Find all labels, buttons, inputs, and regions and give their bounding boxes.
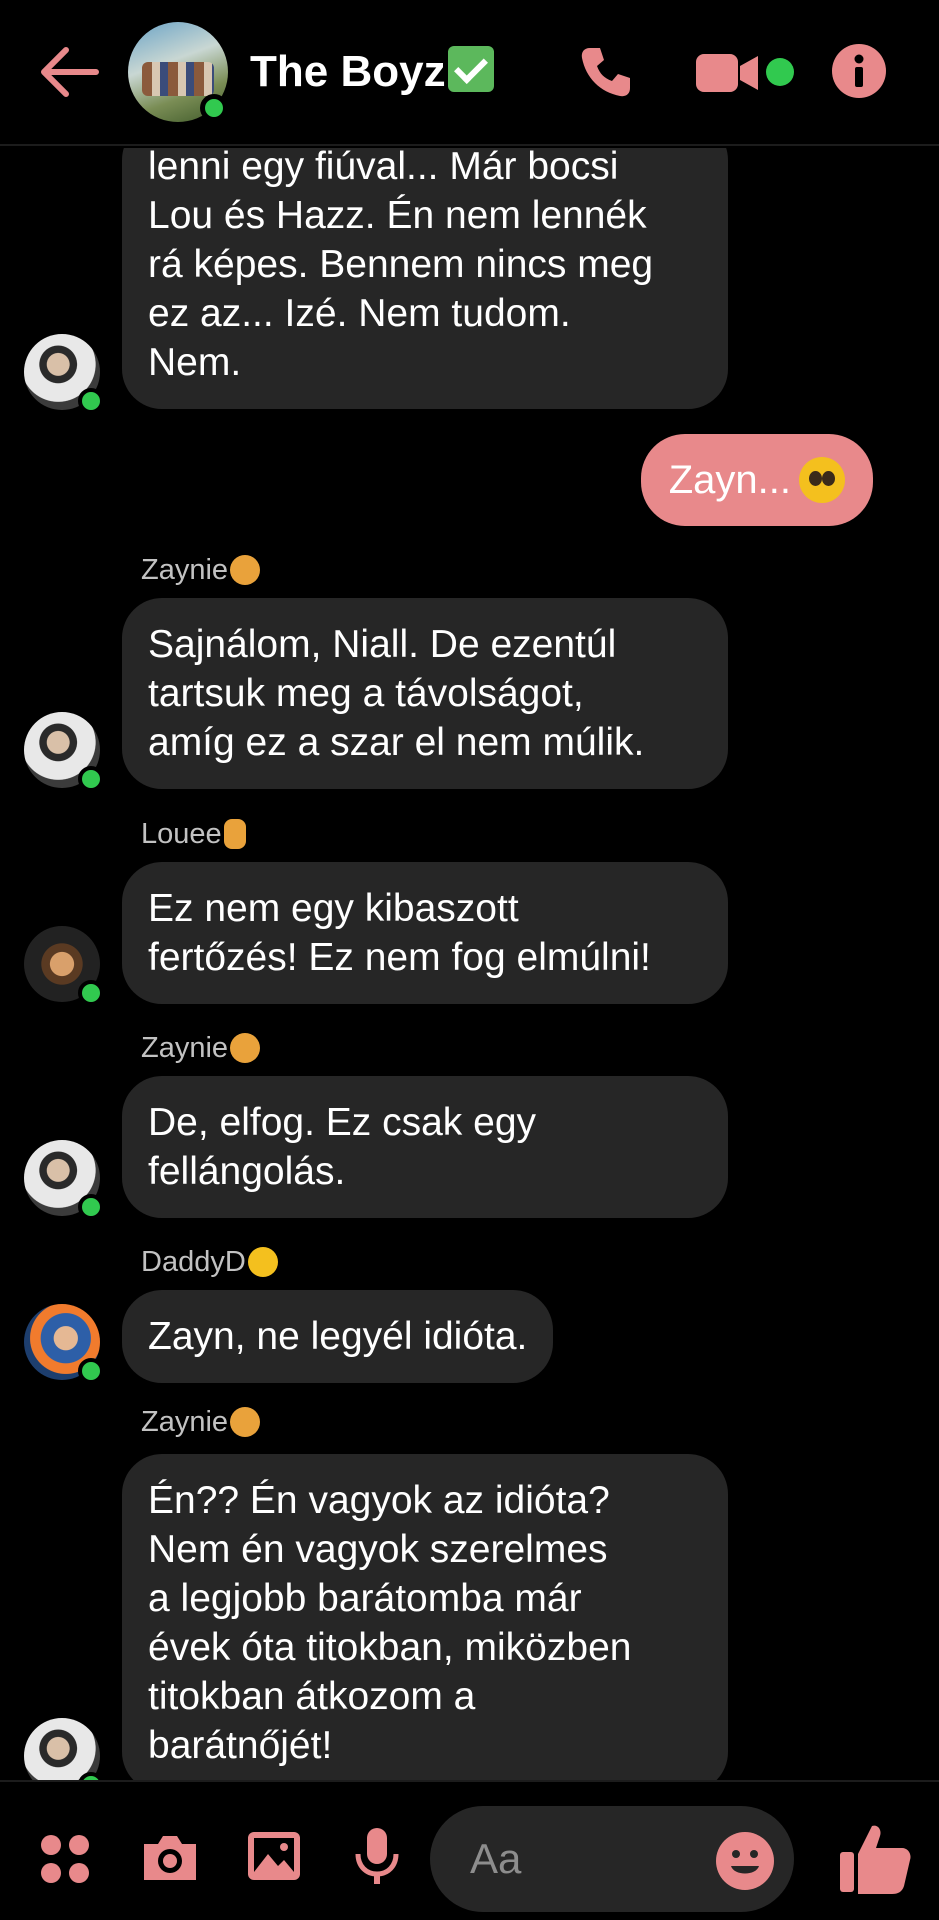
message-thread[interactable]: lenni egy fiúval... Már bocsi Lou és Haz…	[0, 148, 939, 1780]
message-bubble[interactable]: lenni egy fiúval... Már bocsi Lou és Haz…	[122, 148, 728, 409]
message-line: lenni egy fiúval... Már bocsi	[148, 148, 619, 188]
message-line: fertőzés! Ez nem fog elmúlni!	[148, 936, 651, 979]
message-line: Nem én vagyok szerelmes	[148, 1528, 608, 1571]
avatar[interactable]	[24, 1304, 104, 1384]
sender-name-text: Zaynie	[141, 554, 229, 586]
online-indicator	[78, 766, 104, 792]
online-indicator	[200, 94, 228, 122]
call-active-indicator	[766, 58, 794, 86]
online-indicator	[78, 980, 104, 1006]
message-line: titokban átkozom a	[148, 1675, 476, 1718]
message-bubble[interactable]: De, elfog. Ez csak egy fellángolás.	[122, 1076, 728, 1218]
camera-icon[interactable]	[140, 1832, 200, 1884]
like-thumb-icon[interactable]	[838, 1822, 912, 1894]
avatar[interactable]	[24, 712, 104, 792]
chat-title[interactable]: The Boyz	[250, 46, 494, 97]
menu-dots-icon[interactable]	[40, 1834, 90, 1884]
ok-hand-emoji	[230, 1033, 261, 1063]
message-text: Zayn...	[668, 458, 791, 502]
message-line: Én?? Én vagyok az idióta?	[148, 1479, 610, 1522]
middle-finger-emoji	[223, 819, 246, 849]
video-camera-icon[interactable]	[696, 52, 760, 94]
group-avatar[interactable]	[128, 22, 228, 122]
message-line: tartsuk meg a távolságot,	[148, 672, 584, 715]
sender-name: Zaynie	[141, 1032, 261, 1065]
sender-name-text: DaddyD	[141, 1246, 246, 1278]
microphone-icon[interactable]	[352, 1826, 402, 1886]
message-input[interactable]	[470, 1832, 700, 1886]
message-bubble[interactable]: Zayn, ne legyél idióta.	[122, 1290, 554, 1383]
online-indicator	[78, 388, 104, 414]
avatar[interactable]	[24, 1140, 104, 1220]
avatar[interactable]	[24, 1718, 104, 1780]
ok-hand-emoji	[230, 1407, 261, 1437]
info-icon[interactable]	[832, 44, 886, 98]
sender-name: Zaynie	[141, 554, 261, 587]
message-line: amíg ez a szar el nem múlik.	[148, 721, 645, 764]
message-line: ez az... Izé. Nem tudom.	[148, 292, 571, 335]
message-line: a legjobb barátomba már	[148, 1577, 582, 1620]
sender-name: Louee	[141, 818, 246, 851]
message-bubble[interactable]: Ez nem egy kibaszott fertőzés! Ez nem fo…	[122, 862, 728, 1004]
message-line: De, elfog. Ez csak egy	[148, 1101, 537, 1144]
message-input-container[interactable]	[430, 1806, 794, 1912]
gallery-icon[interactable]	[246, 1830, 302, 1882]
avatar[interactable]	[24, 334, 104, 414]
message-bubble[interactable]: Sajnálom, Niall. De ezentúl tartsuk meg …	[122, 598, 728, 789]
sender-name-text: Zaynie	[141, 1032, 229, 1064]
sender-name: DaddyD	[141, 1246, 278, 1279]
sent-message-bubble[interactable]: Zayn...	[640, 434, 873, 526]
sender-name: Zaynie	[141, 1406, 261, 1439]
online-indicator	[78, 1194, 104, 1220]
chat-title-text: The Boyz	[250, 47, 446, 96]
message-line: Lou és Hazz. Én nem lennék	[148, 194, 647, 237]
verified-check-icon	[447, 46, 494, 92]
avatar[interactable]	[24, 926, 104, 1006]
message-line: barátnőjét!	[148, 1724, 333, 1767]
message-bubble[interactable]: Én?? Én vagyok az idióta? Nem én vagyok …	[122, 1454, 728, 1780]
message-line: rá képes. Bennem nincs meg	[148, 243, 654, 286]
back-arrow-icon[interactable]	[38, 44, 100, 100]
online-indicator	[78, 1358, 104, 1384]
chat-header: The Boyz	[0, 0, 939, 146]
sender-name-text: Zaynie	[141, 1406, 229, 1438]
message-line: Nem.	[148, 341, 242, 384]
message-line: Sajnálom, Niall. De ezentúl	[148, 623, 617, 666]
message-line: évek óta titokban, miközben	[148, 1626, 632, 1669]
smirk-emoji	[247, 1247, 278, 1277]
ok-hand-emoji	[230, 555, 261, 585]
pleading-face-emoji	[799, 457, 845, 503]
emoji-icon[interactable]	[716, 1832, 774, 1890]
message-line: Zayn, ne legyél idióta.	[148, 1315, 528, 1358]
avatar-photo	[24, 1718, 100, 1780]
sender-name-text: Louee	[141, 818, 222, 850]
message-line: fellángolás.	[148, 1150, 346, 1193]
message-line: Ez nem egy kibaszott	[148, 887, 519, 930]
phone-icon[interactable]	[578, 44, 634, 100]
message-composer	[0, 1780, 939, 1920]
